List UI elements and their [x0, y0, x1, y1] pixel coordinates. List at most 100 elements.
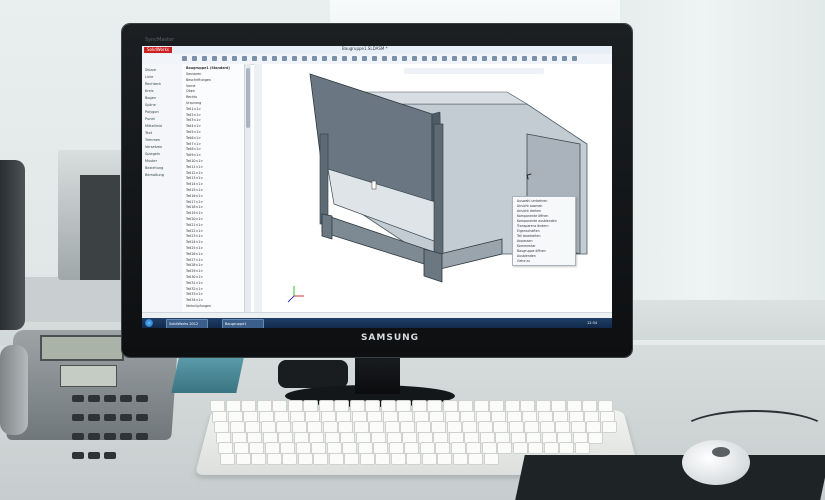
toolbar-icon[interactable]: [412, 56, 417, 61]
taskbar-item[interactable]: SolidWorks 2012: [166, 319, 208, 328]
toolbar-icon[interactable]: [272, 56, 277, 61]
toolbar-icon[interactable]: [572, 56, 577, 61]
tree-item[interactable]: Teil22<1>: [186, 229, 242, 233]
tree-item[interactable]: Teil2<1>: [186, 113, 242, 117]
tree-item[interactable]: Verknüpfungen: [186, 304, 242, 308]
toolbar-icon[interactable]: [442, 56, 447, 61]
tree-item[interactable]: Teil23<1>: [186, 234, 242, 238]
tree-item[interactable]: Teil26<1>: [186, 252, 242, 256]
tree-item[interactable]: Teil11<1>: [186, 165, 242, 169]
command-item[interactable]: Mittellinie: [145, 124, 179, 128]
command-item[interactable]: Polygon: [145, 110, 179, 114]
command-item[interactable]: Versetzen: [145, 145, 179, 149]
toolbar-icon[interactable]: [522, 56, 527, 61]
toolbar-icon[interactable]: [502, 56, 507, 61]
toolbar-icon[interactable]: [492, 56, 497, 61]
toolbar-icon[interactable]: [552, 56, 557, 61]
toolbar-icon[interactable]: [232, 56, 237, 61]
tree-item[interactable]: Ursprung: [186, 101, 242, 105]
tree-item[interactable]: Teil25<1>: [186, 246, 242, 250]
tree-item[interactable]: Teil16<1>: [186, 194, 242, 198]
app-logo[interactable]: SolidWorks: [144, 47, 172, 53]
toolbar-icon[interactable]: [462, 56, 467, 61]
command-item[interactable]: Bogen: [145, 96, 179, 100]
toolbar-icon[interactable]: [472, 56, 477, 61]
command-item[interactable]: Text: [145, 131, 179, 135]
toolbar-icon[interactable]: [352, 56, 357, 61]
toolbar-icon[interactable]: [242, 56, 247, 61]
taskbar-item[interactable]: Baugruppe1: [222, 319, 264, 328]
toolbar-icon[interactable]: [342, 56, 347, 61]
task-pane-tabs[interactable]: [254, 64, 262, 312]
command-item[interactable]: Punkt: [145, 117, 179, 121]
graphics-viewport[interactable]: [262, 64, 612, 312]
start-button[interactable]: [145, 319, 153, 327]
toolbar-icon[interactable]: [482, 56, 487, 61]
toolbar-icon[interactable]: [372, 56, 377, 61]
tree-item[interactable]: Teil8<1>: [186, 147, 242, 151]
tree-item[interactable]: Teil12<1>: [186, 171, 242, 175]
command-item[interactable]: Beziehung: [145, 166, 179, 170]
tree-item[interactable]: Teil10<1>: [186, 159, 242, 163]
tree-item[interactable]: Teil13<1>: [186, 176, 242, 180]
toolbar-icon[interactable]: [312, 56, 317, 61]
command-item[interactable]: Spiegeln: [145, 152, 179, 156]
tree-scrollbar-thumb[interactable]: [246, 68, 250, 128]
tree-item[interactable]: Vorne: [186, 84, 242, 88]
toolbar-icon[interactable]: [512, 56, 517, 61]
toolbar-icon[interactable]: [422, 56, 427, 61]
toolbar-icon[interactable]: [222, 56, 227, 61]
tree-item[interactable]: Teil7<1>: [186, 142, 242, 146]
tree-item[interactable]: Teil20<1>: [186, 217, 242, 221]
toolbar-icon[interactable]: [432, 56, 437, 61]
tree-item[interactable]: Teil29<1>: [186, 269, 242, 273]
command-item[interactable]: Kreis: [145, 89, 179, 93]
command-item[interactable]: Skizze: [145, 68, 179, 72]
tree-item[interactable]: Teil33<1>: [186, 292, 242, 296]
tree-item[interactable]: Teil9<1>: [186, 153, 242, 157]
tree-item[interactable]: Teil34<1>: [186, 298, 242, 302]
command-item[interactable]: Muster: [145, 159, 179, 163]
toolbar-icon[interactable]: [252, 56, 257, 61]
tree-item[interactable]: Teil5<1>: [186, 130, 242, 134]
command-item[interactable]: Rechteck: [145, 82, 179, 86]
tree-item[interactable]: Teil21<1>: [186, 223, 242, 227]
tree-item[interactable]: Teil28<1>: [186, 263, 242, 267]
tree-item[interactable]: Sensoren: [186, 72, 242, 76]
tree-item[interactable]: Teil19<1>: [186, 211, 242, 215]
command-item[interactable]: Spline: [145, 103, 179, 107]
toolbar-icon[interactable]: [532, 56, 537, 61]
tree-item[interactable]: Teil1<1>: [186, 107, 242, 111]
tree-item[interactable]: Teil24<1>: [186, 240, 242, 244]
tree-item[interactable]: Teil27<1>: [186, 258, 242, 262]
command-item[interactable]: Linie: [145, 75, 179, 79]
tree-item[interactable]: Teil18<1>: [186, 205, 242, 209]
tree-item[interactable]: Teil30<1>: [186, 275, 242, 279]
tree-item[interactable]: Oben: [186, 89, 242, 93]
tree-item[interactable]: Teil14<1>: [186, 182, 242, 186]
toolbar-icon[interactable]: [452, 56, 457, 61]
toolbar-icon[interactable]: [292, 56, 297, 61]
toolbar-icon[interactable]: [562, 56, 567, 61]
command-item[interactable]: Bemaßung: [145, 173, 179, 177]
toolbar-icon[interactable]: [282, 56, 287, 61]
context-menu-item[interactable]: Gehe zu: [517, 259, 573, 264]
tree-item[interactable]: Teil31<1>: [186, 281, 242, 285]
tree-item[interactable]: Teil15<1>: [186, 188, 242, 192]
toolbar-icon[interactable]: [302, 56, 307, 61]
tree-item[interactable]: Beschriftungen: [186, 78, 242, 82]
tree-item[interactable]: Teil32<1>: [186, 287, 242, 291]
toolbar-icon[interactable]: [212, 56, 217, 61]
toolbar-icon[interactable]: [402, 56, 407, 61]
toolbar-icon[interactable]: [362, 56, 367, 61]
tree-item[interactable]: Teil4<1>: [186, 124, 242, 128]
toolbar-icon[interactable]: [262, 56, 267, 61]
toolbar-icon[interactable]: [192, 56, 197, 61]
tree-item[interactable]: Teil6<1>: [186, 136, 242, 140]
toolbar-icon[interactable]: [382, 56, 387, 61]
toolbar-icon[interactable]: [332, 56, 337, 61]
tree-item[interactable]: Rechts: [186, 95, 242, 99]
toolbar-icon[interactable]: [542, 56, 547, 61]
command-item[interactable]: Trimmen: [145, 138, 179, 142]
feature-tree-root[interactable]: Baugruppe1 (Standard): [186, 66, 242, 70]
